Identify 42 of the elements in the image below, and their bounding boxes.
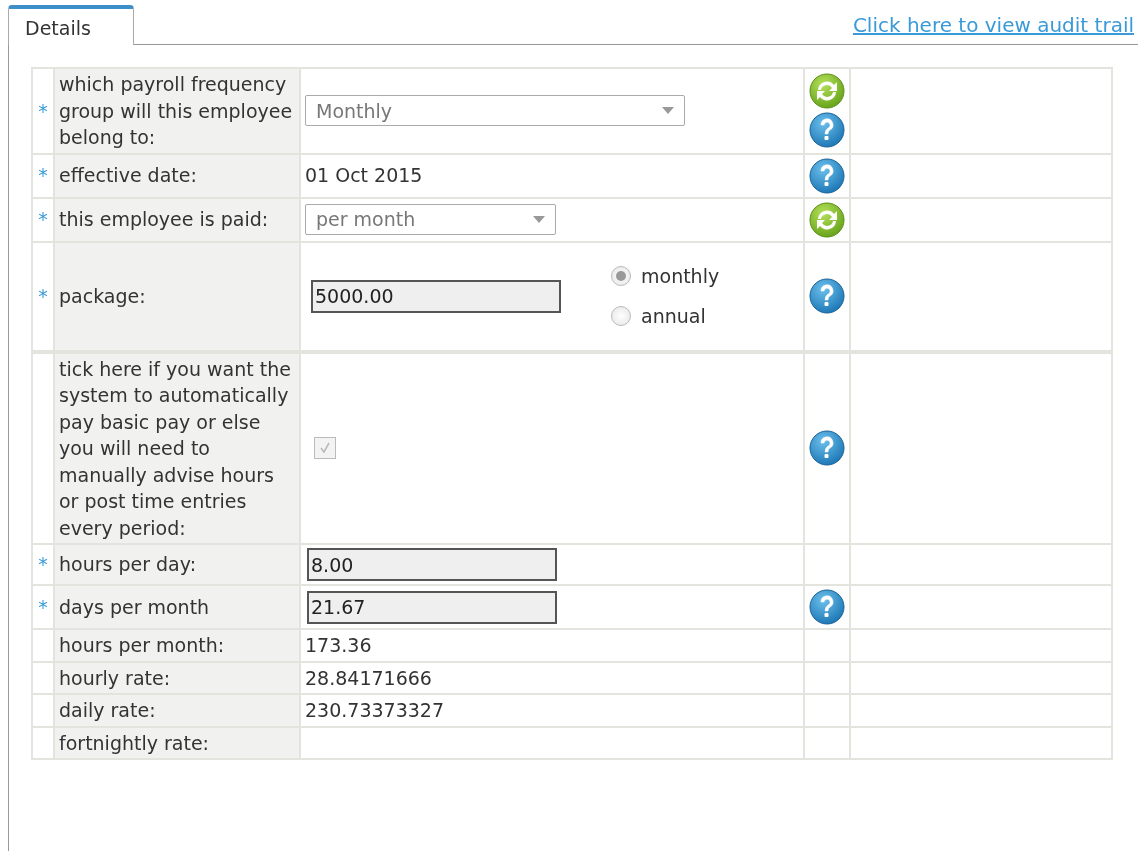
input-field[interactable]: 21.67 [307,590,557,624]
field-value: 28.84171666 [305,666,432,689]
refresh-icon[interactable] [808,72,846,111]
field-value: 230.73373327 [305,699,444,721]
field-label: this employee is paid: [59,208,269,231]
required-mark: * [38,284,48,307]
required-mark: * [38,164,48,187]
refresh-icon[interactable] [808,200,846,239]
dropdown[interactable]: per month [305,204,556,235]
dropdown[interactable]: Monthly [305,95,685,127]
required-mark: * [38,595,48,618]
input-field[interactable]: 5000.00 [311,279,561,313]
help-icon[interactable] [808,111,846,150]
field-label: hours per month: [59,634,225,656]
radio-label: annual [641,304,706,329]
help-icon[interactable] [808,277,846,315]
details-tab[interactable]: Details [8,5,134,45]
tick-icon [318,441,332,456]
checkbox[interactable] [314,437,336,460]
required-mark: * [38,208,48,231]
caret-icon [533,216,545,223]
field-label: hours per day: [59,553,197,576]
field-value: 173.36 [305,634,372,656]
field-label: which payroll frequency group will this employee belong to: [59,73,293,148]
field-label: package: [59,284,146,307]
radio-button[interactable] [611,265,631,286]
help-icon[interactable] [808,156,846,195]
required-mark: * [38,99,48,122]
input-field[interactable]: 8.00 [307,548,557,581]
help-icon[interactable] [808,429,846,468]
field-value: 01 Oct 2015 [305,164,423,187]
required-mark: * [38,553,48,576]
field-label: days per month [59,595,210,618]
field-label: tick here if you want the system to automatically pay basic pay or else you will need to manually advise hours or post time entries every period: [59,357,291,539]
help-icon[interactable] [808,588,846,626]
radio-label: monthly [641,263,720,289]
field-label: fortnightly rate: [59,731,209,754]
field-label: daily rate: [59,699,156,721]
field-label: hourly rate: [59,666,171,689]
field-label: effective date: [59,164,197,187]
radio-button[interactable] [611,306,631,327]
caret-icon [662,107,674,115]
